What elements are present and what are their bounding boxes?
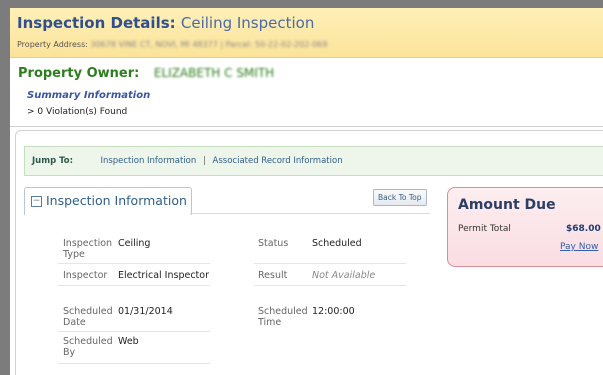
- address-value: 30678 VINE CT, NOVI, MI 48377: [90, 40, 218, 49]
- result-value: Not Available: [312, 270, 376, 281]
- page-title: Inspection Details: Ceiling Inspection: [17, 14, 314, 32]
- jump-link-associated-record-information[interactable]: Associated Record Information: [213, 156, 343, 166]
- scheduled-time-value: 12:00:00: [312, 306, 355, 317]
- title-label: Inspection Details:: [17, 14, 176, 32]
- jump-to-bar: Jump To: Inspection Information | Associ…: [24, 146, 603, 176]
- amount-due-box: Amount Due Permit Total $68.00 Pay Now: [447, 187, 603, 267]
- inspector-value: Electrical Inspector: [118, 270, 209, 281]
- inspection-type-value: Ceiling: [118, 238, 151, 249]
- owner-name: ELIZABETH C SMITH: [153, 66, 275, 80]
- permit-total-value: $68.00: [566, 224, 601, 234]
- scheduled-date-value: 01/31/2014: [118, 306, 173, 317]
- back-to-top-button[interactable]: Back To Top: [373, 189, 427, 206]
- tab-title: Inspection Information: [46, 193, 187, 208]
- divider: [10, 126, 603, 127]
- scheduled-by-value: Web: [118, 336, 139, 347]
- status-label: Status: [258, 238, 289, 249]
- property-owner: Property Owner: ELIZABETH C SMITH: [18, 66, 274, 81]
- parcel-label: Parcel:: [225, 40, 253, 49]
- summary-title: Summary Information: [27, 90, 151, 101]
- collapse-icon[interactable]: −: [31, 196, 42, 207]
- inspection-type-label: Inspection Type: [63, 238, 113, 260]
- amount-due-title: Amount Due: [458, 197, 556, 213]
- pay-now-link[interactable]: Pay Now: [560, 242, 598, 252]
- jump-to-label: Jump To:: [32, 156, 74, 166]
- tab-inspection-information[interactable]: − Inspection Information: [24, 187, 192, 215]
- jump-separator: |: [202, 156, 206, 166]
- inspector-label: Inspector: [63, 270, 108, 281]
- result-label: Result: [258, 270, 288, 281]
- address-label: Property Address:: [17, 40, 88, 49]
- status-value: Scheduled: [312, 238, 362, 249]
- jump-link-inspection-information[interactable]: Inspection Information: [100, 156, 196, 166]
- scheduled-date-label: Scheduled Date: [63, 306, 113, 328]
- property-address-line: Property Address: 30678 VINE CT, NOVI, M…: [17, 40, 328, 49]
- scheduled-time-label: Scheduled Time: [258, 306, 308, 328]
- parcel-value: 50-22-02-202-069: [254, 40, 328, 49]
- tab-underline: [190, 213, 430, 214]
- violations-found[interactable]: > 0 Violation(s) Found: [27, 107, 127, 117]
- permit-total-label: Permit Total: [458, 224, 511, 234]
- owner-label: Property Owner:: [18, 66, 140, 81]
- title-value: Ceiling Inspection: [180, 14, 315, 32]
- scheduled-by-label: Scheduled By: [63, 336, 113, 358]
- inspection-header: Inspection Details: Ceiling Inspection P…: [10, 8, 603, 58]
- inspection-details-page: Inspection Details: Ceiling Inspection P…: [10, 8, 603, 375]
